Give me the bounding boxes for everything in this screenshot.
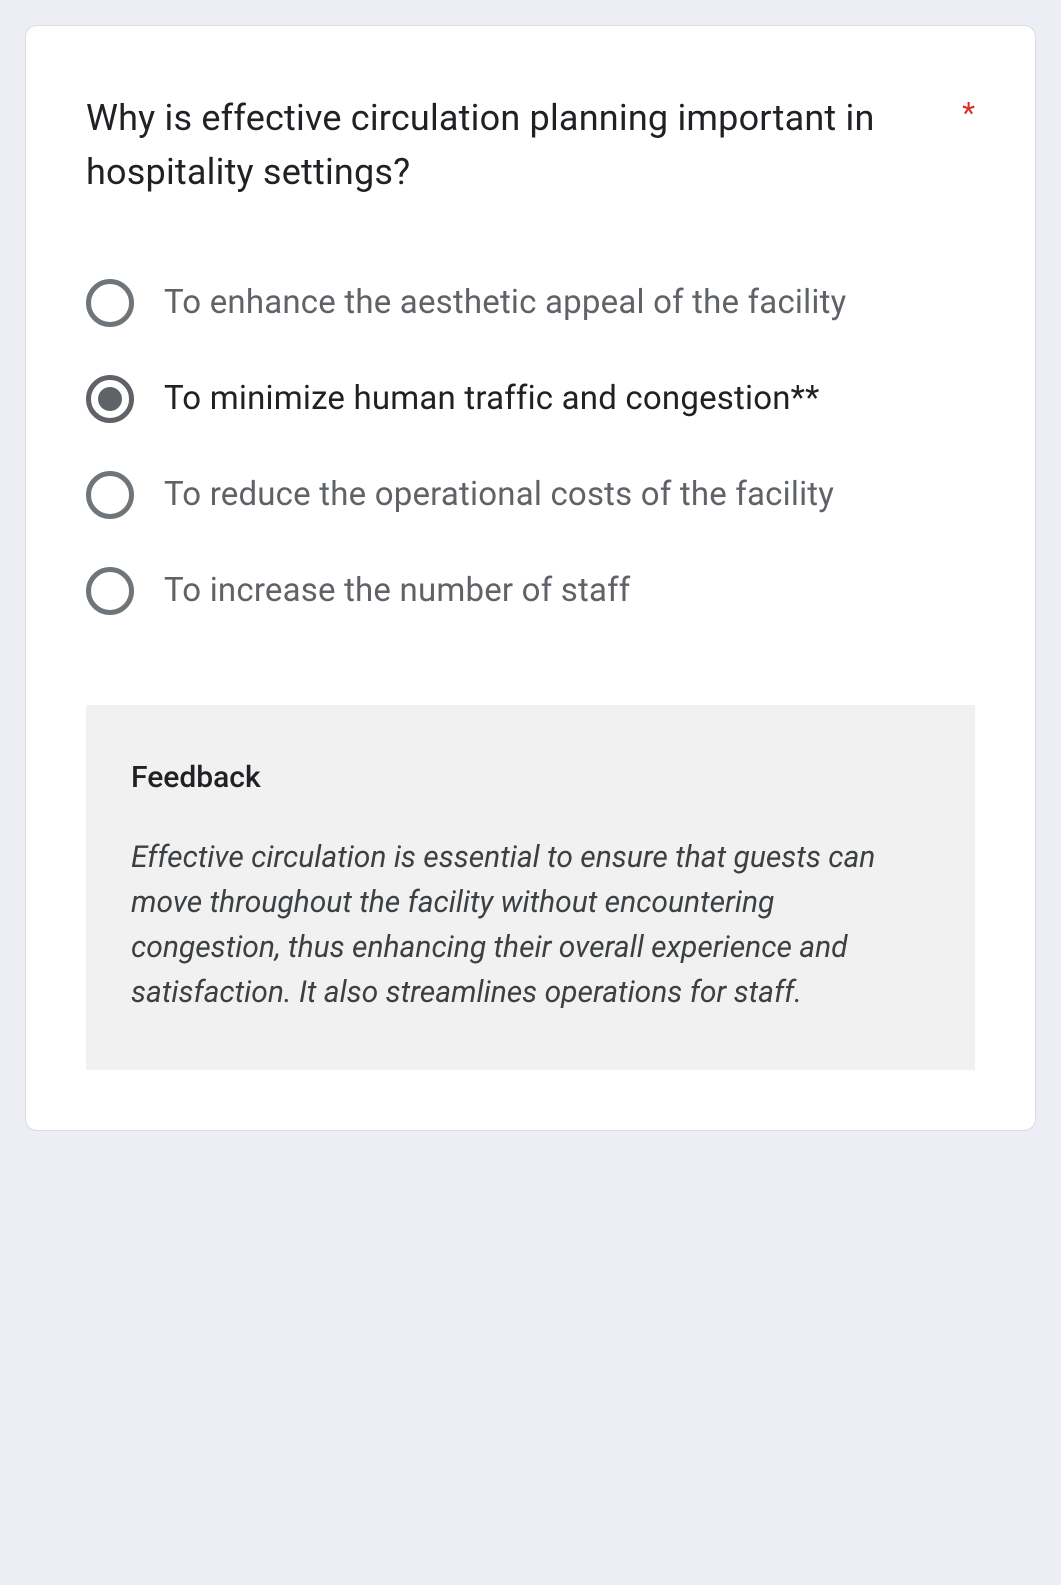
- option-row-1[interactable]: To minimize human traffic and congestion…: [86, 375, 975, 423]
- option-label: To minimize human traffic and congestion…: [164, 376, 975, 422]
- question-card: Why is effective circulation planning im…: [25, 25, 1036, 1131]
- radio-icon: [86, 279, 134, 327]
- option-label: To enhance the aesthetic appeal of the f…: [164, 280, 975, 326]
- option-label: To reduce the operational costs of the f…: [164, 472, 975, 518]
- options-list: To enhance the aesthetic appeal of the f…: [86, 279, 975, 615]
- question-text: Why is effective circulation planning im…: [86, 91, 942, 199]
- feedback-box: Feedback Effective circulation is essent…: [86, 705, 975, 1070]
- required-indicator: *: [962, 99, 975, 129]
- feedback-text: Effective circulation is essential to en…: [131, 835, 930, 1015]
- radio-icon: [86, 471, 134, 519]
- question-header: Why is effective circulation planning im…: [86, 91, 975, 199]
- option-row-0[interactable]: To enhance the aesthetic appeal of the f…: [86, 279, 975, 327]
- option-label: To increase the number of staff: [164, 568, 975, 614]
- option-row-3[interactable]: To increase the number of staff: [86, 567, 975, 615]
- feedback-title: Feedback: [131, 760, 930, 795]
- radio-icon: [86, 375, 134, 423]
- option-row-2[interactable]: To reduce the operational costs of the f…: [86, 471, 975, 519]
- radio-icon: [86, 567, 134, 615]
